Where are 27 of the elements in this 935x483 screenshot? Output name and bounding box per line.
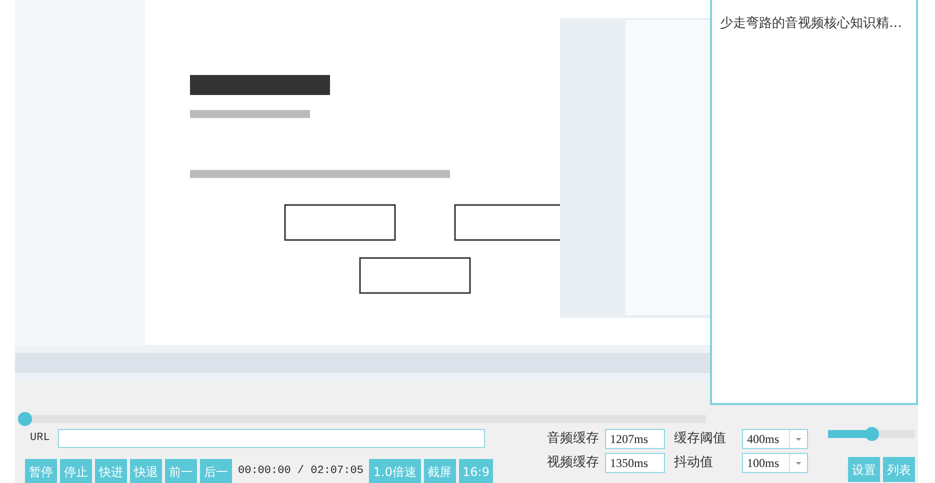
buffer-label: 视频缓存 (547, 454, 600, 472)
volume-handle[interactable] (864, 427, 878, 441)
control-button[interactable]: 停止 (60, 459, 92, 483)
control-button[interactable]: 截屏 (424, 459, 456, 483)
playlist-item[interactable]: 少走弯路的音视频核心知识精… (712, 12, 916, 36)
control-button[interactable]: 列表 (883, 457, 915, 482)
control-button[interactable]: 后一 (200, 459, 232, 483)
control-button[interactable]: 16:9 (458, 459, 494, 483)
control-button[interactable]: 1.0倍速 (369, 459, 421, 483)
buffer-field[interactable]: 1207ms (605, 429, 665, 449)
control-button[interactable]: 快退 (130, 459, 162, 483)
progress-slider[interactable] (18, 412, 706, 426)
threshold-dropdown[interactable]: 400ms (742, 429, 808, 449)
control-button[interactable]: 设置 (848, 457, 880, 482)
buffer-label: 抖动值 (674, 454, 714, 472)
control-button[interactable]: 快进 (95, 459, 127, 483)
volume-slider[interactable] (828, 427, 915, 441)
control-button[interactable]: 暂停 (25, 459, 57, 483)
control-button[interactable]: 前一 (165, 459, 197, 483)
url-label: URL (30, 430, 51, 446)
threshold-dropdown[interactable]: 100ms (742, 453, 808, 473)
time-display: 00:00:00 / 02:07:05 (238, 464, 364, 480)
buffer-field[interactable]: 1350ms (605, 453, 665, 473)
buffer-label: 音频缓存 (547, 430, 600, 448)
buffer-label: 缓存阈值 (674, 430, 727, 448)
progress-handle[interactable] (18, 412, 32, 426)
url-field[interactable] (58, 428, 485, 448)
